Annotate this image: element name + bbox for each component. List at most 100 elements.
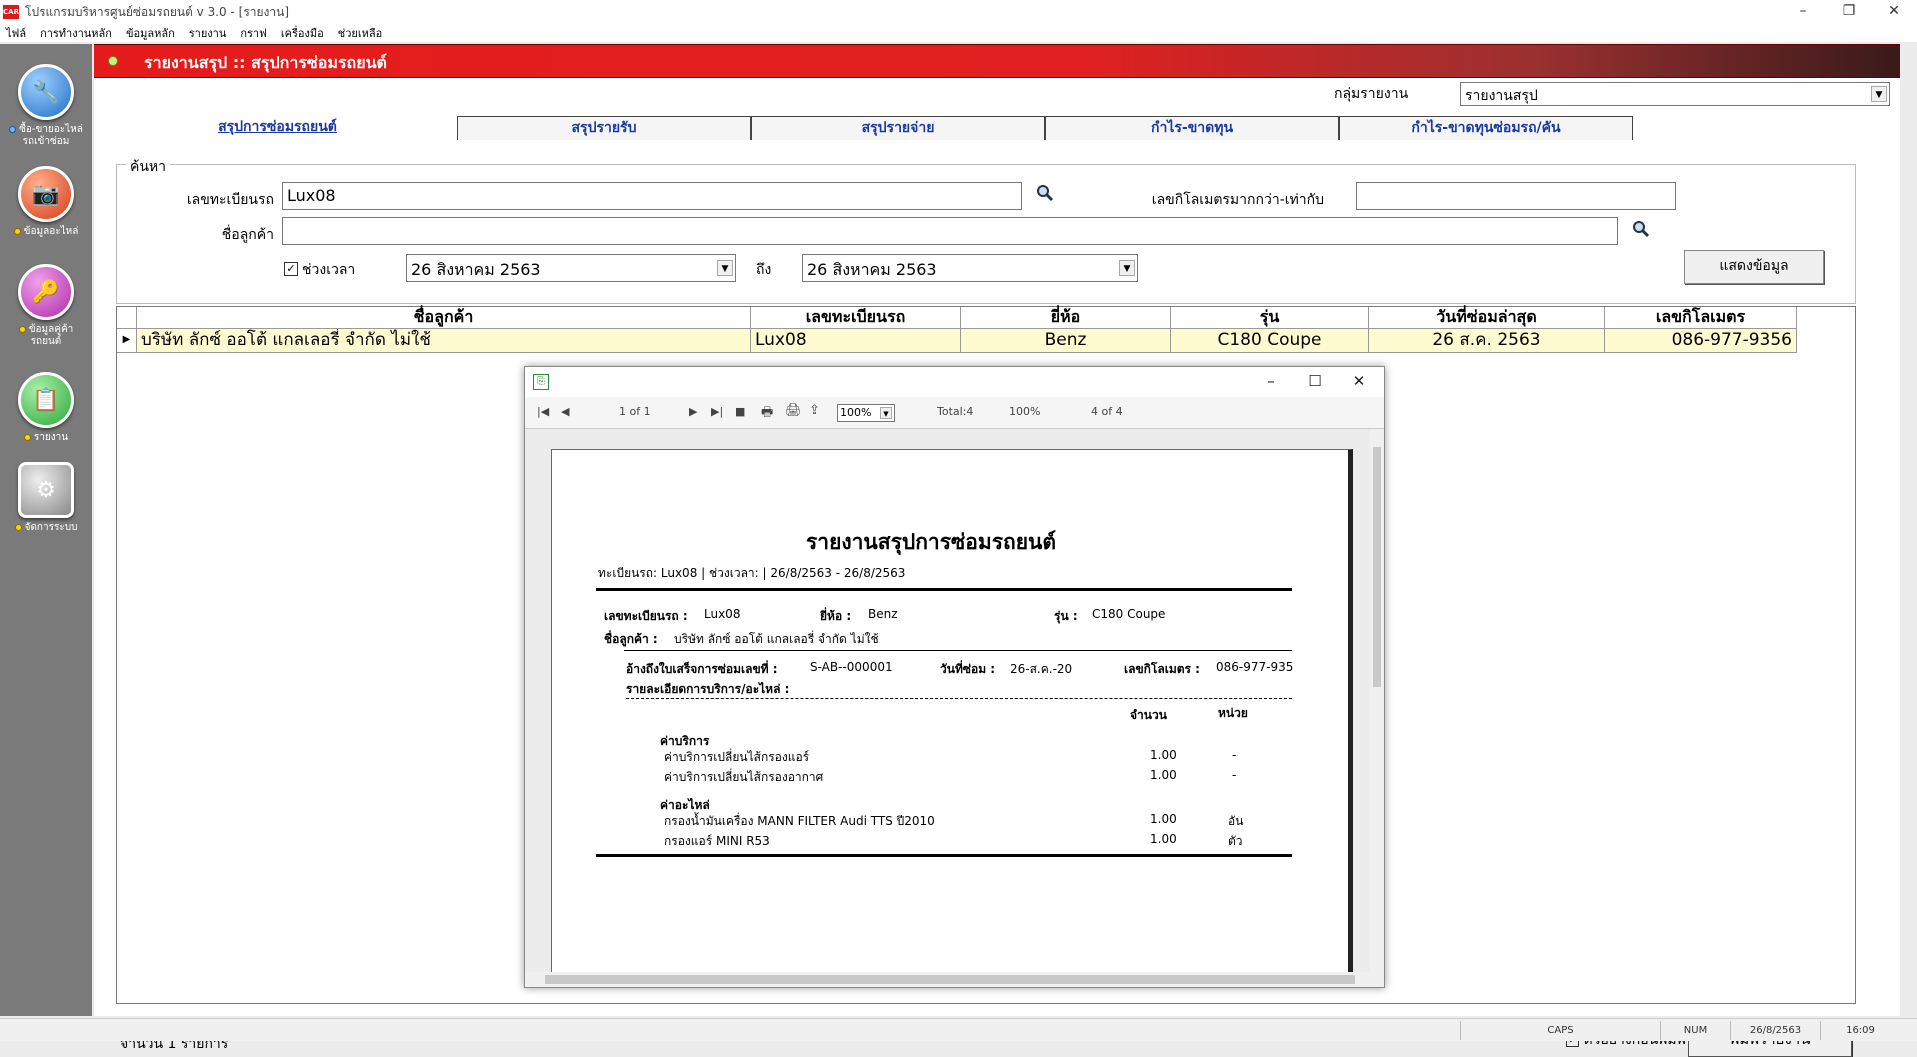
zoom-value: 100%	[840, 406, 872, 419]
customer-input[interactable]	[282, 217, 1618, 245]
divider	[596, 854, 1292, 857]
sidebar-item-label: ข้อมูลอะไหล่	[23, 226, 79, 237]
report-group-value: รายงานสรุป	[1465, 88, 1538, 104]
date-from-select[interactable]: 26 สิงหาคม 2563 ▼	[406, 254, 736, 282]
cell-plate[interactable]: Lux08	[751, 329, 961, 353]
row-pointer-icon: ▶	[117, 329, 137, 353]
repair-date-value: 26-ส.ค.-20	[1010, 662, 1073, 676]
sidebar-item-label: รายงาน	[33, 432, 69, 443]
export-icon[interactable]: ⇪	[809, 403, 820, 418]
status-num: NUM	[1660, 1021, 1730, 1040]
brand-value: Benz	[868, 607, 898, 621]
table-row[interactable]: ▶ บริษัท ลักซ์ ออโต้ แกลเลอรี่ จำกัด ไม่…	[117, 329, 1797, 353]
menu-bar: ไฟล์ การทำงานหลัก ข้อมูลหลัก รายงาน กราฟ…	[0, 24, 1917, 42]
menu-master-data[interactable]: ข้อมูลหลัก	[126, 24, 175, 42]
tab-expense-summary[interactable]: สรุปรายจ่าย	[751, 116, 1045, 140]
column-header[interactable]: ยี่ห้อ	[961, 307, 1171, 329]
model-value: C180 Coupe	[1092, 607, 1166, 621]
sidebar: 🔧 ซื้อ-ขายอะไหล่ รถเข้าซ่อม 📷 ข้อมูลอะไห…	[0, 44, 92, 1016]
service-unit: -	[1232, 768, 1237, 782]
print-setup-icon[interactable]: 🖨	[785, 403, 802, 418]
part-name: กรองแอร์ MINI R53	[664, 834, 770, 848]
menu-main-work[interactable]: การทำงานหลัก	[40, 24, 112, 42]
close-button[interactable]: ✕	[1871, 0, 1917, 24]
print-icon[interactable]: 🖶	[761, 403, 773, 425]
tab-profit-loss-per-car[interactable]: กำไร-ขาดทุนซ่อมรถ/คัน	[1339, 116, 1633, 140]
tab-profit-loss[interactable]: กำไร-ขาดทุน	[1045, 116, 1339, 140]
report-preview-window: ⎘ – ☐ ✕ |◀ ◀ 1 of 1 ▶ ▶| ■ 🖶 🖨 ⇪ 100% ▼ …	[524, 366, 1385, 988]
search-customer-icon[interactable]	[1632, 220, 1650, 238]
km-input[interactable]	[1356, 182, 1676, 210]
total-indicator: Total:4	[937, 405, 974, 418]
column-header[interactable]: ชื่อลูกค้า	[137, 307, 751, 329]
title-bar: CAR โปรแกรมบริหารศูนย์ซ่อมรถยนต์ v 3.0 -…	[0, 0, 1917, 24]
service-qty: 1.00	[1150, 748, 1177, 762]
yellow-dot-icon	[23, 433, 31, 441]
part-qty: 1.00	[1150, 832, 1177, 846]
sidebar-item-report[interactable]: 📋 รายงาน	[0, 372, 92, 444]
sidebar-item-sales[interactable]: 🔧 ซื้อ-ขายอะไหล่ รถเข้าซ่อม	[0, 64, 92, 148]
column-header[interactable]: เลขทะเบียนรถ	[751, 307, 961, 329]
last-page-icon[interactable]: ▶|	[711, 405, 723, 418]
scroll-thumb[interactable]	[545, 975, 1355, 984]
cell-km[interactable]: 086-977-9356	[1605, 329, 1797, 353]
part-name: กรองน้ำมันเครื่อง MANN FILTER Audi TTS ป…	[664, 814, 935, 828]
date-to-select[interactable]: 26 สิงหาคม 2563 ▼	[802, 254, 1138, 282]
menu-report[interactable]: รายงาน	[189, 24, 227, 42]
menu-graph[interactable]: กราฟ	[240, 24, 267, 42]
show-data-button[interactable]: แสดงข้อมูล	[1684, 250, 1824, 284]
column-header[interactable]: เลขกิโลเมตร	[1605, 307, 1797, 329]
ref-label: อ้างถึงใบเสร็จการซ่อมเลขที่ :	[626, 662, 778, 676]
qty-header: จำนวน	[1130, 708, 1167, 722]
record-indicator: 4 of 4	[1091, 405, 1123, 418]
column-header[interactable]: รุ่น	[1171, 307, 1369, 329]
chevron-down-icon: ▼	[1119, 260, 1135, 276]
cell-last-date[interactable]: 26 ส.ค. 2563	[1369, 329, 1605, 353]
vertical-scrollbar[interactable]	[1370, 429, 1384, 972]
cell-model[interactable]: C180 Coupe	[1171, 329, 1369, 353]
yellow-dot-icon	[13, 227, 21, 235]
preview-close-button[interactable]: ✕	[1341, 370, 1377, 394]
sidebar-item-label: ซื้อ-ขายอะไหล่ รถเข้าซ่อม	[19, 124, 83, 147]
cell-customer[interactable]: บริษัท ลักซ์ ออโต้ แกลเลอรี่ จำกัด ไม่ใช…	[137, 329, 751, 353]
zoom-select[interactable]: 100% ▼	[837, 404, 895, 422]
camera-icon: 📷	[18, 166, 74, 222]
report-icon: 📋	[18, 372, 74, 428]
minimize-button[interactable]: –	[1780, 0, 1826, 24]
sidebar-item-partners[interactable]: 🔑 ข้อมูลคู่ค้า รถยนต์	[0, 264, 92, 348]
restore-button[interactable]: ❐	[1826, 0, 1872, 24]
range-checkbox[interactable]: ✓	[284, 262, 298, 276]
yellow-dot-icon	[14, 523, 22, 531]
sidebar-item-system[interactable]: ⚙ จัดการระบบ	[0, 462, 92, 534]
km-label: เลขกิโลเมตร :	[1124, 662, 1200, 676]
column-header[interactable]: วันที่ซ่อมล่าสุด	[1369, 307, 1605, 329]
plate-input[interactable]: Lux08	[282, 182, 1022, 210]
app-icon: CAR	[3, 5, 19, 19]
stop-icon[interactable]: ■	[735, 405, 745, 418]
scroll-thumb[interactable]	[1373, 447, 1381, 687]
tab-repair-summary[interactable]: สรุปการซ่อมรถยนต์	[98, 116, 457, 140]
gear-icon: ⚙	[18, 462, 74, 518]
to-label: ถึง	[756, 262, 772, 278]
preview-minimize-button[interactable]: –	[1253, 370, 1289, 394]
date-to-value: 26 สิงหาคม 2563	[807, 260, 937, 279]
prev-page-icon[interactable]: ◀	[561, 405, 569, 418]
preview-viewport: รายงานสรุปการซ่อมรถยนต์ ทะเบียนรถ: Lux08…	[525, 429, 1370, 972]
next-page-icon[interactable]: ▶	[689, 405, 697, 418]
tab-bar: สรุปการซ่อมรถยนต์ สรุปรายรับ สรุปรายจ่าย…	[98, 116, 1898, 140]
sidebar-item-parts[interactable]: 📷 ข้อมูลอะไหล่	[0, 166, 92, 238]
model-label: รุ่น :	[1054, 609, 1078, 623]
cell-brand[interactable]: Benz	[961, 329, 1171, 353]
report-group-select[interactable]: รายงานสรุป ▼	[1460, 82, 1890, 106]
menu-help[interactable]: ช่วยเหลือ	[338, 24, 382, 42]
brand-label: ยี่ห้อ :	[820, 609, 852, 623]
menu-file[interactable]: ไฟล์	[6, 24, 26, 42]
report-page: รายงานสรุปการซ่อมรถยนต์ ทะเบียนรถ: Lux08…	[551, 449, 1353, 972]
search-plate-icon[interactable]	[1036, 184, 1054, 202]
grid-header: ชื่อลูกค้า เลขทะเบียนรถ ยี่ห้อ รุ่น วันท…	[117, 307, 1797, 329]
tab-income-summary[interactable]: สรุปรายรับ	[457, 116, 751, 140]
first-page-icon[interactable]: |◀	[537, 405, 549, 418]
horizontal-scrollbar[interactable]	[525, 972, 1384, 987]
menu-tools[interactable]: เครื่องมือ	[281, 24, 324, 42]
preview-maximize-button[interactable]: ☐	[1297, 370, 1333, 394]
